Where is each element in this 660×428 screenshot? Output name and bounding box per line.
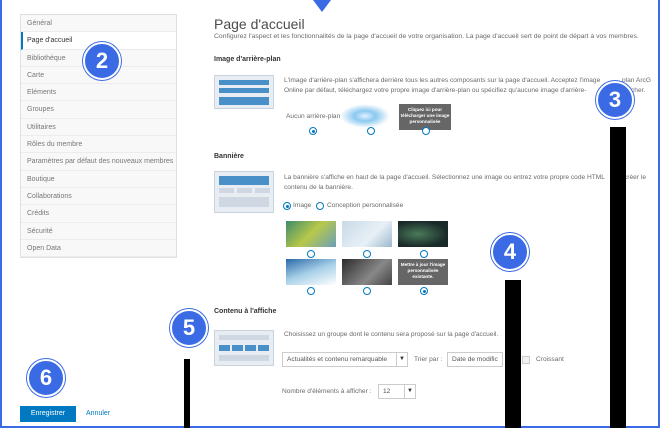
no-background-radio[interactable] [309,127,317,135]
ascending-label: Croissant [536,356,564,363]
chevron-down-icon: ▼ [404,385,415,398]
background-description-2: Online par défaut, téléchargez votre pro… [284,87,587,94]
item-count-label: Nombre d'éléments à afficher : [282,388,372,395]
sort-select[interactable]: Date de modific [447,352,503,367]
item-count-value: 12 [383,388,391,395]
ascending-checkbox[interactable] [522,356,530,364]
default-background-radio[interactable] [367,127,375,135]
sidebar-item-credits[interactable]: Crédits [21,205,176,223]
callout-bar-5 [184,359,190,428]
background-layout-thumbnail [214,75,274,109]
banner-image-radio[interactable] [283,202,291,210]
featured-description: Choisissez un groupe dont le contenu ser… [284,331,499,338]
sidebar-item-marketplace[interactable]: Boutique [21,171,176,188]
sidebar-item-utilities[interactable]: Utilitaires [21,119,176,137]
chevron-down-icon: ▼ [396,353,407,366]
update-banner-tile[interactable]: Mettre à jour l'image personnalisée exis… [398,259,448,285]
sort-value: Date de modific [452,356,498,363]
banner-tile-5[interactable] [342,259,392,285]
sidebar-item-open-data[interactable]: Open Data [21,240,176,258]
callout-badge-3: 3 [596,81,634,119]
custom-background-radio[interactable] [422,127,430,135]
no-background-label: Aucun arrière-plan [286,113,341,120]
banner-tile-2[interactable] [342,221,392,247]
page-title: Page d'accueil [214,16,305,32]
default-background-thumbnail[interactable] [340,104,390,128]
banner-tile-1-radio[interactable] [307,250,315,258]
sidebar-item-new-member-defaults[interactable]: Paramètres par défaut des nouveaux membr… [21,153,176,171]
banner-custom-tile-radio[interactable] [420,287,428,295]
callout-bar-3 [610,127,626,428]
cancel-button[interactable]: Annuler [86,406,110,422]
featured-heading: Contenu à l'affiche [214,308,277,315]
callout-badge-6: 6 [27,359,65,397]
featured-layout-thumbnail [214,330,274,366]
sidebar-item-security[interactable]: Sécurité [21,223,176,240]
banner-description-1-tail: créer le [624,174,646,181]
background-description-1: L'image d'arrière-plan s'affichera derri… [284,77,601,84]
page-subtitle: Configurez l'aspect et les fonctionnalit… [214,33,639,40]
sidebar-item-groups[interactable]: Groupes [21,101,176,119]
pointer-arrow-icon [313,0,331,12]
banner-tile-4-radio[interactable] [307,287,315,295]
banner-tile-4[interactable] [286,259,336,285]
featured-group-select[interactable]: Actualités et contenu remarquable ▼ [282,352,408,367]
background-heading: Image d'arrière-plan [214,56,281,63]
callout-badge-5: 5 [170,309,208,347]
banner-image-label: Image [293,202,312,209]
sidebar-item-collaborations[interactable]: Collaborations [21,188,176,206]
background-description-1-tail: plan ArcG [622,77,651,84]
callout-badge-2: 2 [83,42,121,80]
banner-custom-radio[interactable] [316,202,324,210]
save-button[interactable]: Enregistrer [20,406,76,422]
item-count-select[interactable]: 12 ▼ [378,384,416,399]
callout-badge-4: 4 [491,233,529,271]
banner-tile-3-radio[interactable] [420,250,428,258]
sort-label: Trier par : [414,356,443,363]
callout-bar-4 [505,280,521,428]
featured-group-value: Actualités et contenu remarquable [287,356,388,363]
sidebar-item-items[interactable]: Eléments [21,84,176,102]
banner-description-2: contenu de la bannière. [284,184,353,191]
banner-layout-thumbnail [214,171,274,213]
banner-custom-label: Conception personnalisée [327,202,404,209]
banner-tile-2-radio[interactable] [363,250,371,258]
sidebar-item-general[interactable]: Général [21,15,176,33]
banner-tile-1[interactable] [286,221,336,247]
banner-heading: Bannière [214,153,244,160]
banner-tile-5-radio[interactable] [363,287,371,295]
sidebar-item-member-roles[interactable]: Rôles du membre [21,136,176,154]
banner-tile-3[interactable] [398,221,448,247]
banner-description-1: La bannière s'affiche en haut de la page… [284,174,605,181]
